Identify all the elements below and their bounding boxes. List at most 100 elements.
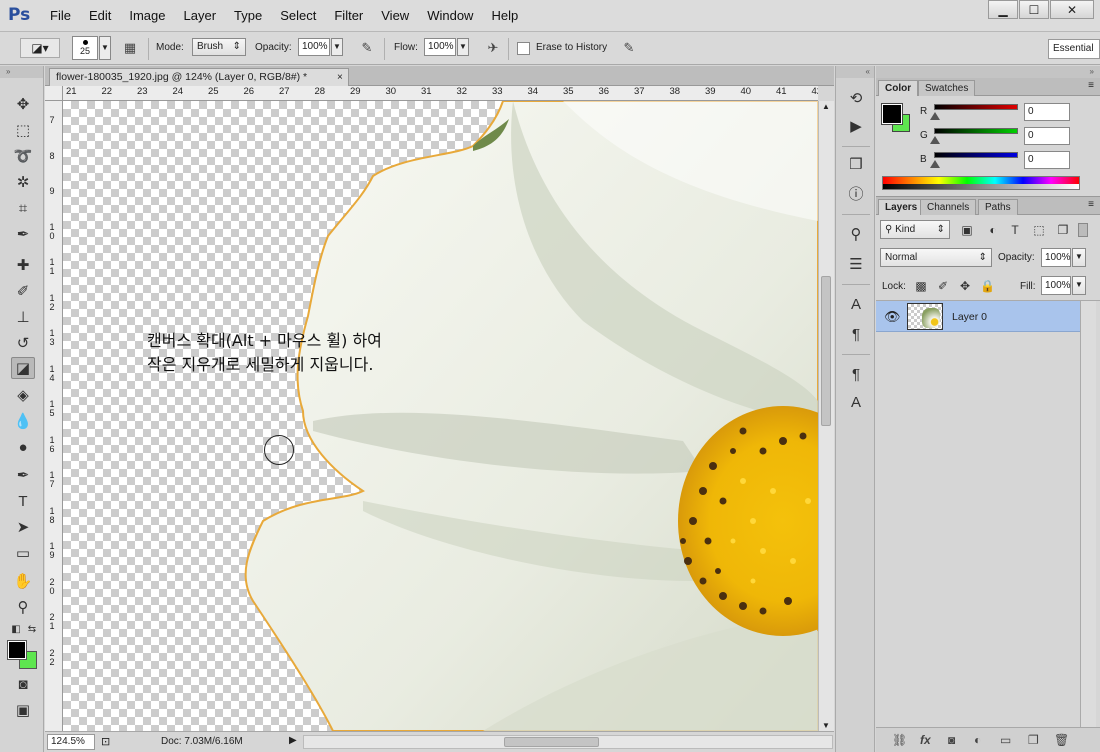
menu-window[interactable]: Window [427, 8, 473, 23]
scroll-up-icon[interactable]: ▲ [822, 102, 830, 111]
lock-pixels-icon[interactable]: ✐ [936, 279, 950, 293]
filter-toggle-switch[interactable] [1078, 223, 1088, 237]
crop-tool-icon[interactable]: ⌗ [11, 198, 35, 220]
pen-tool-icon[interactable]: ✒ [11, 465, 35, 487]
opacity-input[interactable]: 100% [298, 38, 330, 56]
path-selection-icon[interactable]: ➤ [11, 517, 35, 539]
status-menu-arrow-icon[interactable]: ▶ [289, 735, 297, 746]
minimize-button[interactable]: ▁ [988, 0, 1018, 19]
panel-collapse-grip[interactable]: » [0, 66, 43, 78]
filter-type-icon[interactable]: T [1008, 223, 1022, 237]
zoom-level-input[interactable]: 124.5% [47, 734, 95, 750]
quick-mask-icon[interactable]: ◙ [11, 674, 35, 696]
paragraph-panel-icon[interactable]: ¶ [845, 324, 867, 346]
blue-slider-track[interactable] [934, 152, 1018, 158]
info-panel-icon[interactable]: ⓘ [845, 184, 867, 206]
blue-slider-thumb[interactable] [930, 160, 940, 168]
document-tab[interactable]: flower-180035_1920.jpg @ 124% (Layer 0, … [49, 68, 349, 86]
tool-preset-picker[interactable]: ◪▾ [20, 38, 60, 58]
airbrush-icon[interactable]: ✈ [484, 39, 502, 57]
brush-presets-icon[interactable]: ⚲ [845, 224, 867, 246]
blend-mode-dropdown[interactable]: Normal ⇕ [880, 248, 992, 267]
document-canvas[interactable]: 캔버스 확대(Alt + 마우스 휠) 하여 작은 지우개로 세밀하게 지웁니다… [63, 101, 818, 731]
maximize-button[interactable]: ☐ [1019, 0, 1049, 19]
move-tool-icon[interactable]: ✥ [11, 94, 35, 116]
new-layer-icon[interactable]: ❐ [1028, 733, 1039, 747]
red-value-input[interactable]: 0 [1024, 103, 1070, 121]
rectangle-tool-icon[interactable]: ▭ [11, 543, 35, 565]
blue-value-input[interactable]: 0 [1024, 151, 1070, 169]
tab-color[interactable]: Color [878, 80, 919, 96]
adjustment-icon[interactable]: ◐ [974, 733, 981, 747]
vertical-scroll-thumb[interactable] [821, 276, 831, 426]
filter-pixel-icon[interactable]: ▣ [960, 223, 974, 237]
marquee-tool-icon[interactable]: ⬚ [11, 120, 35, 142]
lock-all-icon[interactable]: 🔒 [980, 279, 995, 293]
dodge-tool-icon[interactable]: ● [11, 437, 35, 459]
opacity-dropdown-arrow[interactable]: ▼ [331, 38, 343, 56]
blur-tool-icon[interactable]: 💧 [11, 411, 35, 433]
menu-select[interactable]: Select [280, 8, 316, 23]
horizontal-scroll-thumb[interactable] [504, 737, 599, 747]
actions-panel-icon[interactable]: ▶ [845, 116, 867, 138]
horizontal-scrollbar[interactable] [303, 735, 833, 749]
menu-edit[interactable]: Edit [89, 8, 111, 23]
tab-swatches[interactable]: Swatches [918, 80, 976, 96]
flow-input[interactable]: 100% [424, 38, 456, 56]
lock-position-icon[interactable]: ✥ [958, 279, 972, 293]
zoom-tool-icon[interactable]: ⚲ [11, 597, 35, 619]
menu-file[interactable]: File [50, 8, 71, 23]
hand-tool-icon[interactable]: ✋ [11, 571, 35, 593]
paragraph-styles-icon[interactable]: ¶ [845, 364, 867, 386]
erase-to-history-checkbox[interactable] [517, 42, 530, 55]
green-slider-thumb[interactable] [930, 136, 940, 144]
history-brush-icon[interactable]: ↺ [11, 333, 35, 355]
layer-row[interactable]: 👁 Layer 0 [876, 301, 1080, 332]
brush-picker-arrow[interactable]: ▼ [99, 36, 111, 60]
filter-adjustment-icon[interactable]: ◐ [986, 223, 1000, 237]
red-slider-thumb[interactable] [930, 112, 940, 120]
menu-help[interactable]: Help [491, 8, 518, 23]
fill-arrow[interactable]: ▼ [1072, 276, 1086, 295]
green-value-input[interactable]: 0 [1024, 127, 1070, 145]
swap-colors-icon[interactable]: ⇆ [20, 619, 44, 641]
tab-channels[interactable]: Channels [920, 199, 977, 215]
menu-type[interactable]: Type [234, 8, 262, 23]
flow-dropdown-arrow[interactable]: ▼ [457, 38, 469, 56]
eraser-tool-icon[interactable]: ◪ [11, 357, 35, 379]
menu-image[interactable]: Image [129, 8, 165, 23]
character-styles-icon[interactable]: A [845, 392, 867, 414]
filter-smart-object-icon[interactable]: ❐ [1056, 223, 1070, 237]
red-slider-track[interactable] [934, 104, 1018, 110]
document-info[interactable]: Doc: 7.03M/6.16M [161, 736, 243, 747]
close-tab-icon[interactable]: × [337, 72, 343, 83]
foreground-color-swatch[interactable] [7, 640, 27, 660]
lasso-tool-icon[interactable]: ➰ [11, 146, 35, 168]
fill-input[interactable]: 100% [1041, 276, 1071, 295]
workspace-switcher[interactable]: Essential [1048, 39, 1100, 59]
brush-preset-picker[interactable]: 25 [72, 36, 98, 60]
vertical-ruler[interactable]: 7 8 9 10 11 12 13 14 15 16 17 18 19 20 21 22 [45, 101, 63, 731]
link-icon[interactable]: ⛓ [892, 733, 907, 747]
tab-paths[interactable]: Paths [978, 199, 1018, 215]
lock-transparency-icon[interactable]: ▩ [914, 279, 928, 293]
tab-layers[interactable]: Layers [878, 199, 925, 215]
layers-scrollbar[interactable] [1080, 301, 1096, 731]
panel-menu-icon[interactable]: ≡ [1088, 199, 1094, 210]
horizontal-ruler[interactable]: 21 22 23 24 25 26 27 28 29 30 31 32 33 34 35 36 37 38 39 40… [63, 86, 818, 101]
green-slider-track[interactable] [934, 128, 1018, 134]
mode-dropdown[interactable]: Brush ⇕ [192, 38, 246, 56]
color-spectrum-bar[interactable] [882, 176, 1080, 190]
close-window-button[interactable]: ✕ [1050, 0, 1094, 19]
layer-name[interactable]: Layer 0 [952, 311, 987, 323]
dock-grip[interactable]: « [836, 66, 874, 78]
brush-panel-toggle-icon[interactable]: ▦ [121, 39, 139, 57]
mask-icon[interactable]: ◙ [948, 733, 955, 747]
magic-wand-icon[interactable]: ✲ [11, 172, 35, 194]
history-panel-icon[interactable]: ⟲ [845, 88, 867, 110]
eye-visibility-icon[interactable]: 👁 [884, 309, 901, 325]
filter-kind-dropdown[interactable]: ⚲ Kind ⇕ [880, 220, 950, 239]
ruler-origin[interactable] [45, 86, 63, 101]
menu-layer[interactable]: Layer [184, 8, 217, 23]
trash-icon[interactable]: 🗑 [1054, 733, 1069, 747]
